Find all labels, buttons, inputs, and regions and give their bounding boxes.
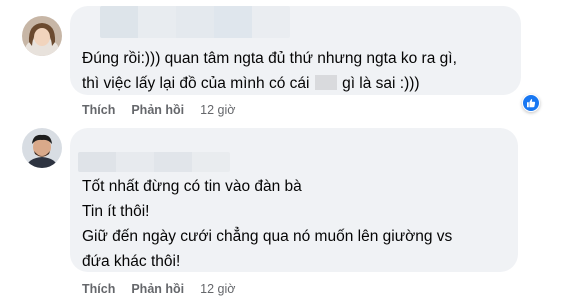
comment-timestamp[interactable]: 12 giờ [200,282,235,296]
comment-bubble: Tốt nhất đừng có tin vào đàn bà Tin ít t… [70,128,518,272]
reaction-badge[interactable] [522,94,540,112]
comment-line-part: thì việc lấy lại đồ của mình có cái [82,75,310,92]
redacted-author-name [100,6,290,38]
comment-line: Tin ít thôi! [82,203,150,220]
redacted-author-name [78,152,230,172]
comment-timestamp[interactable]: 12 giờ [200,103,235,117]
comment-line: Giữ đến ngày cưới chẳng qua nó muốn lên … [82,228,453,245]
comment-text: Đúng rồi:))) quan tâm ngta đủ thứ nhưng … [82,46,457,96]
commenter-avatar[interactable] [22,128,62,168]
like-icon [523,95,539,111]
comment-actions: Thích Phản hồi 12 giờ [82,282,235,296]
comment-line: đứa khác thôi! [82,253,181,270]
comment-actions: Thích Phản hồi 12 giờ [82,103,235,117]
comment-text: Tốt nhất đừng có tin vào đàn bà Tin ít t… [82,174,452,274]
reply-button[interactable]: Phản hồi [131,282,184,296]
commenter-avatar[interactable] [22,16,62,56]
comment-line: Đúng rồi:))) quan tâm ngta đủ thứ nhưng … [82,50,457,67]
like-button[interactable]: Thích [82,282,115,296]
comment-bubble: Đúng rồi:))) quan tâm ngta đủ thứ nhưng … [70,6,521,95]
like-button[interactable]: Thích [82,103,115,117]
reply-button[interactable]: Phản hồi [131,103,184,117]
redaction-box [314,75,337,90]
comment-line: Tốt nhất đừng có tin vào đàn bà [82,178,302,195]
comment-line: thì việc lấy lại đồ của mình có cái gì l… [82,71,457,96]
comment-line-part: gì là sai :))) [342,75,420,92]
